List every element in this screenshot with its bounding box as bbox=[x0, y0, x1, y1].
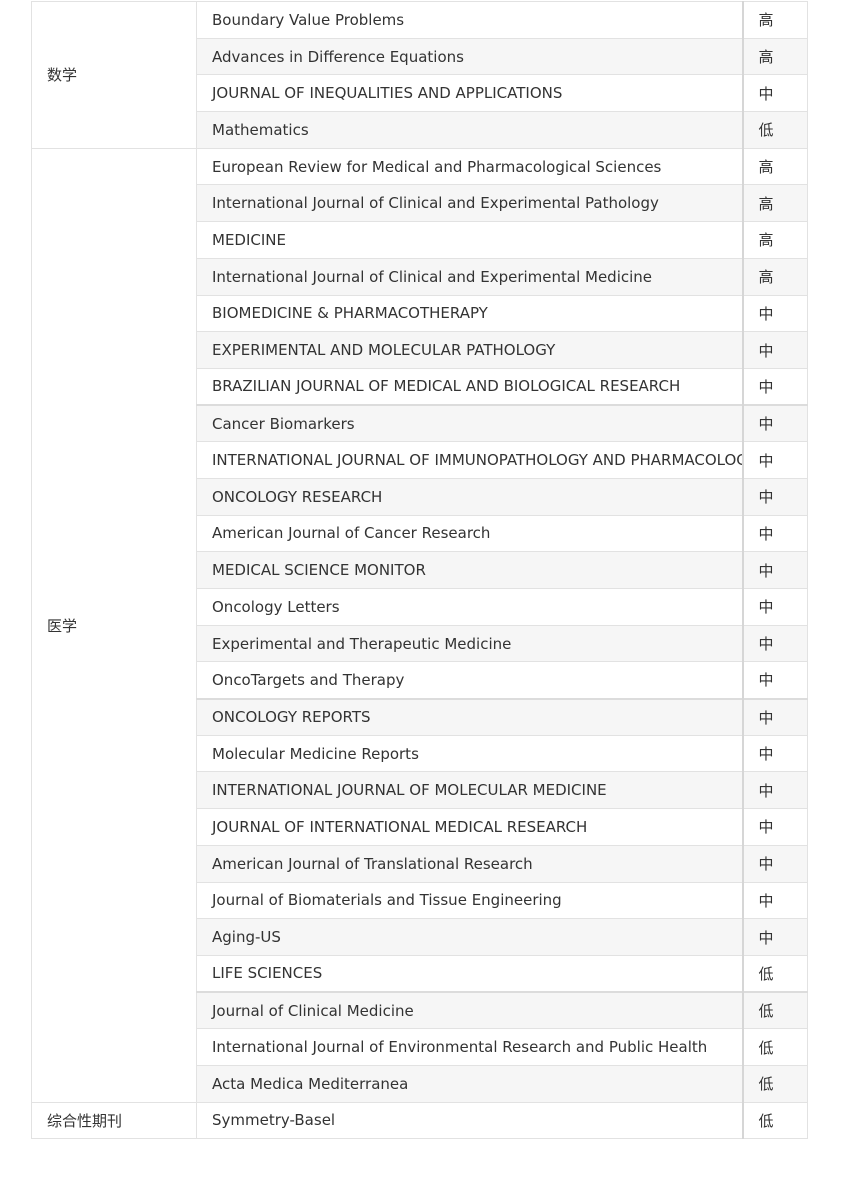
journal-name-cell: JOURNAL OF INEQUALITIES AND APPLICATIONS bbox=[196, 74, 743, 113]
level-cell: 中 bbox=[741, 697, 808, 736]
journal-name-cell: International Journal of Clinical and Ex… bbox=[196, 257, 743, 296]
level-cell: 中 bbox=[741, 331, 808, 369]
journal-name-cell: European Review for Medical and Pharmaco… bbox=[196, 147, 743, 186]
journal-name-cell: Mathematics bbox=[196, 111, 743, 149]
level-cell: 中 bbox=[741, 661, 808, 700]
level-cell: 低 bbox=[741, 991, 808, 1030]
journal-name-cell: Oncology Letters bbox=[196, 588, 743, 626]
level-cell: 低 bbox=[741, 1101, 808, 1140]
level-cell: 高 bbox=[741, 37, 808, 76]
level-cell: 高 bbox=[741, 257, 808, 296]
level-cell: 中 bbox=[741, 808, 808, 846]
table-row: 数学 Boundary Value Problems 高 bbox=[31, 1, 808, 149]
subject-cell: 数学 bbox=[31, 1, 197, 149]
journal-name-cell: International Journal of Clinical and Ex… bbox=[196, 184, 743, 223]
level-cell: 中 bbox=[741, 881, 808, 920]
level-cell: 中 bbox=[741, 441, 808, 479]
level-cell: 低 bbox=[741, 1064, 808, 1103]
journal-name-cell: INTERNATIONAL JOURNAL OF MOLECULAR MEDIC… bbox=[196, 771, 743, 810]
journal-name-cell: JOURNAL OF INTERNATIONAL MEDICAL RESEARC… bbox=[196, 808, 743, 846]
journal-name-cell: American Journal of Cancer Research bbox=[196, 514, 743, 553]
journal-name-cell: Boundary Value Problems bbox=[196, 1, 743, 39]
journal-name-cell: Aging-US bbox=[196, 918, 743, 956]
level-cell: 中 bbox=[741, 551, 808, 589]
journal-name-cell: Journal of Biomaterials and Tissue Engin… bbox=[196, 881, 743, 920]
subject-cell: 综合性期刊 bbox=[31, 1101, 197, 1140]
subject-cell: 医学 bbox=[31, 147, 197, 1103]
table-row: 医学 European Review for Medical and Pharma… bbox=[31, 147, 808, 1103]
journal-name-cell: Symmetry-Basel bbox=[196, 1101, 743, 1140]
level-cell: 中 bbox=[741, 477, 808, 516]
level-cell: 中 bbox=[741, 514, 808, 553]
journal-name-cell: ONCOLOGY RESEARCH bbox=[196, 477, 743, 516]
journal-name-cell: MEDICINE bbox=[196, 221, 743, 259]
level-cell: 中 bbox=[741, 771, 808, 810]
journal-name-cell: International Journal of Environmental R… bbox=[196, 1028, 743, 1066]
journal-name-cell: Cancer Biomarkers bbox=[196, 404, 743, 443]
level-cell: 中 bbox=[741, 918, 808, 956]
level-cell: 高 bbox=[741, 221, 808, 259]
level-cell: 中 bbox=[741, 367, 808, 406]
level-cell: 中 bbox=[741, 404, 808, 443]
level-cell: 中 bbox=[741, 844, 808, 883]
journal-name-cell: Experimental and Therapeutic Medicine bbox=[196, 624, 743, 663]
table-row: 综合性期刊 Symmetry-Basel 低 bbox=[31, 1101, 808, 1140]
journal-table-container: 数学 Boundary Value Problems 高 Advances in Di… bbox=[31, 1, 808, 1140]
level-cell: 中 bbox=[741, 588, 808, 626]
level-cell: 中 bbox=[741, 74, 808, 113]
journal-name-cell: American Journal of Translational Resear… bbox=[196, 844, 743, 883]
level-cell: 低 bbox=[741, 1028, 808, 1066]
journal-name-cell: OncoTargets and Therapy bbox=[196, 661, 743, 700]
level-cell: 高 bbox=[741, 147, 808, 186]
journal-name-cell: Acta Medica Mediterranea bbox=[196, 1064, 743, 1103]
journal-name-cell: ONCOLOGY REPORTS bbox=[196, 697, 743, 736]
journal-name-cell: BRAZILIAN JOURNAL OF MEDICAL AND BIOLOGI… bbox=[196, 367, 743, 406]
journal-name-cell: MEDICAL SCIENCE MONITOR bbox=[196, 551, 743, 589]
journal-table-body: 数学 Boundary Value Problems 高 Advances in Di… bbox=[31, 1, 808, 1140]
journal-table: 数学 Boundary Value Problems 高 Advances in Di… bbox=[31, 1, 808, 1140]
journal-name-cell: LIFE SCIENCES bbox=[196, 954, 743, 993]
level-cell: 低 bbox=[741, 111, 808, 149]
journal-name-cell: EXPERIMENTAL AND MOLECULAR PATHOLOGY bbox=[196, 331, 743, 369]
journal-name-cell: Molecular Medicine Reports bbox=[196, 734, 743, 773]
level-cell: 中 bbox=[741, 294, 808, 333]
journal-name-cell: Advances in Difference Equations bbox=[196, 37, 743, 76]
level-cell: 中 bbox=[741, 734, 808, 773]
journal-name-cell: Journal of Clinical Medicine bbox=[196, 991, 743, 1030]
level-cell: 低 bbox=[741, 954, 808, 993]
level-cell: 高 bbox=[741, 1, 808, 39]
journal-name-cell: INTERNATIONAL JOURNAL OF IMMUNOPATHOLOGY… bbox=[196, 441, 743, 479]
level-cell: 高 bbox=[741, 184, 808, 223]
journal-name-cell: BIOMEDICINE & PHARMACOTHERAPY bbox=[196, 294, 743, 333]
level-cell: 中 bbox=[741, 624, 808, 663]
